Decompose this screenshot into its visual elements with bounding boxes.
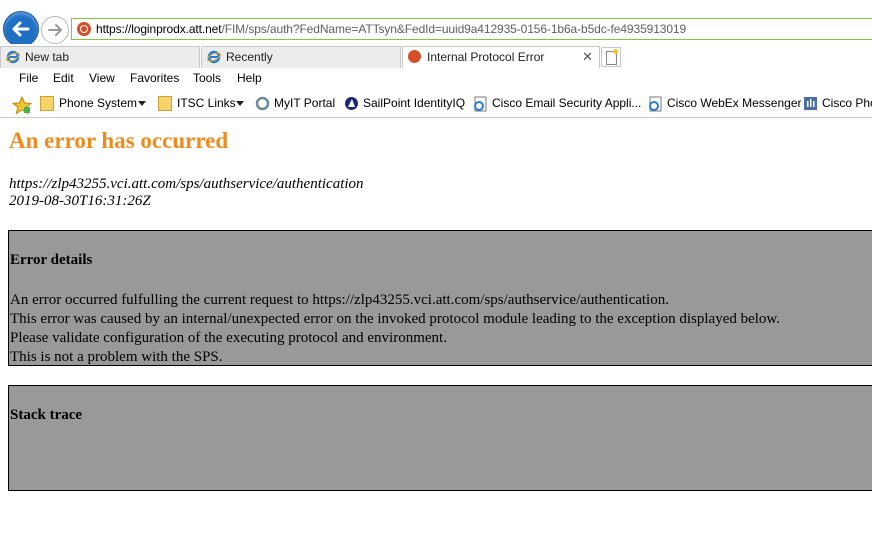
error-line: Please validate configuration of the exe… <box>10 330 447 346</box>
request-info: https://zlp43255.vci.att.com/sps/authser… <box>9 176 364 210</box>
error-line: This is not a problem with the SPS. <box>10 349 223 365</box>
folder-icon <box>40 96 54 111</box>
error-details-heading: Error details <box>10 252 93 268</box>
fav-myit-portal[interactable]: MyIT Portal <box>255 94 337 114</box>
folder-icon <box>158 96 172 111</box>
chevron-down-icon <box>138 101 146 106</box>
page-icon <box>649 96 662 112</box>
tab-recently[interactable]: Recently <box>201 46 401 68</box>
menu-favorites[interactable]: Favorites <box>130 71 179 85</box>
fav-cisco-webex[interactable]: Cisco WebEx Messenger <box>648 94 802 114</box>
address-row: https://loginprodx.att.net/FIM/sps/auth?… <box>0 0 872 47</box>
tab-new-tab[interactable]: New tab <box>0 46 200 68</box>
menu-edit[interactable]: Edit <box>53 71 74 85</box>
site-favicon-icon <box>77 22 91 36</box>
fav-cisco-phone[interactable]: Cisco Pho <box>803 94 872 114</box>
fav-label: Cisco Pho <box>822 96 872 110</box>
fav-label: SailPoint IdentityIQ <box>363 96 466 110</box>
error-details-box: Error details An error occurred fulfulli… <box>8 230 872 366</box>
page-title: An error has occurred <box>9 128 229 153</box>
fav-label: Phone System <box>59 96 138 110</box>
tab-label: Internal Protocol Error <box>427 50 545 64</box>
menu-file[interactable]: File <box>19 71 38 85</box>
sailpoint-icon <box>345 97 358 110</box>
close-tab-icon[interactable]: ✕ <box>582 49 593 65</box>
back-button[interactable] <box>3 11 39 47</box>
menu-view[interactable]: View <box>89 71 115 85</box>
favorites-star-icon[interactable] <box>12 96 32 114</box>
ie-icon <box>6 50 20 64</box>
url-path: /FIM/sps/auth?FedName=ATTsyn&FedId=uuid9… <box>221 22 687 36</box>
chevron-down-icon <box>236 101 244 106</box>
menu-help[interactable]: Help <box>237 71 262 85</box>
service-url: https://zlp43255.vci.att.com/sps/authser… <box>9 176 364 192</box>
stack-trace-box: Stack trace <box>8 385 872 491</box>
favorites-bar: Phone System ITSC Links MyIT Portal Sail… <box>0 91 872 118</box>
tab-strip: New tab Recently Internal Protocol Error… <box>0 44 872 69</box>
error-site-icon <box>408 50 421 63</box>
page-icon <box>474 96 487 112</box>
tab-label: Recently <box>226 50 273 64</box>
fav-itsc-links[interactable]: ITSC Links <box>158 94 248 114</box>
cisco-icon <box>804 97 817 110</box>
tab-label: New tab <box>25 50 70 64</box>
url-text[interactable]: https://loginprodx.att.net/FIM/sps/auth?… <box>96 22 686 36</box>
fav-label: ITSC Links <box>177 96 236 110</box>
error-details-body: An error occurred fulfulling the current… <box>10 291 780 367</box>
new-tab-button[interactable] <box>601 47 621 67</box>
menu-bar: File Edit View Favorites Tools Help <box>0 68 872 89</box>
fav-cisco-email-security[interactable]: Cisco Email Security Appli... <box>473 94 641 114</box>
fav-label: MyIT Portal <box>274 96 336 110</box>
ring-icon <box>255 96 270 111</box>
page-content: An error has occurred https://zlp43255.v… <box>0 118 872 556</box>
error-line: This error was caused by an internal/une… <box>10 311 781 327</box>
timestamp: 2019-08-30T16:31:26Z <box>9 193 151 209</box>
back-arrow-icon <box>12 21 30 37</box>
fav-sailpoint[interactable]: SailPoint IdentityIQ <box>344 94 466 114</box>
fav-phone-system[interactable]: Phone System <box>40 94 150 114</box>
menu-tools[interactable]: Tools <box>193 71 221 85</box>
error-line: An error occurred fulfulling the current… <box>10 292 669 308</box>
url-host: https://loginprodx.att.net <box>96 22 222 36</box>
fav-label: Cisco WebEx Messenger <box>667 96 802 110</box>
fav-label: Cisco Email Security Appli... <box>492 96 642 110</box>
address-bar[interactable]: https://loginprodx.att.net/FIM/sps/auth?… <box>71 18 872 40</box>
ie-icon <box>207 50 221 64</box>
forward-button[interactable] <box>41 16 69 44</box>
tab-internal-protocol-error[interactable]: Internal Protocol Error ✕ <box>402 46 600 69</box>
forward-arrow-icon <box>48 24 62 36</box>
stack-trace-heading: Stack trace <box>10 407 83 423</box>
